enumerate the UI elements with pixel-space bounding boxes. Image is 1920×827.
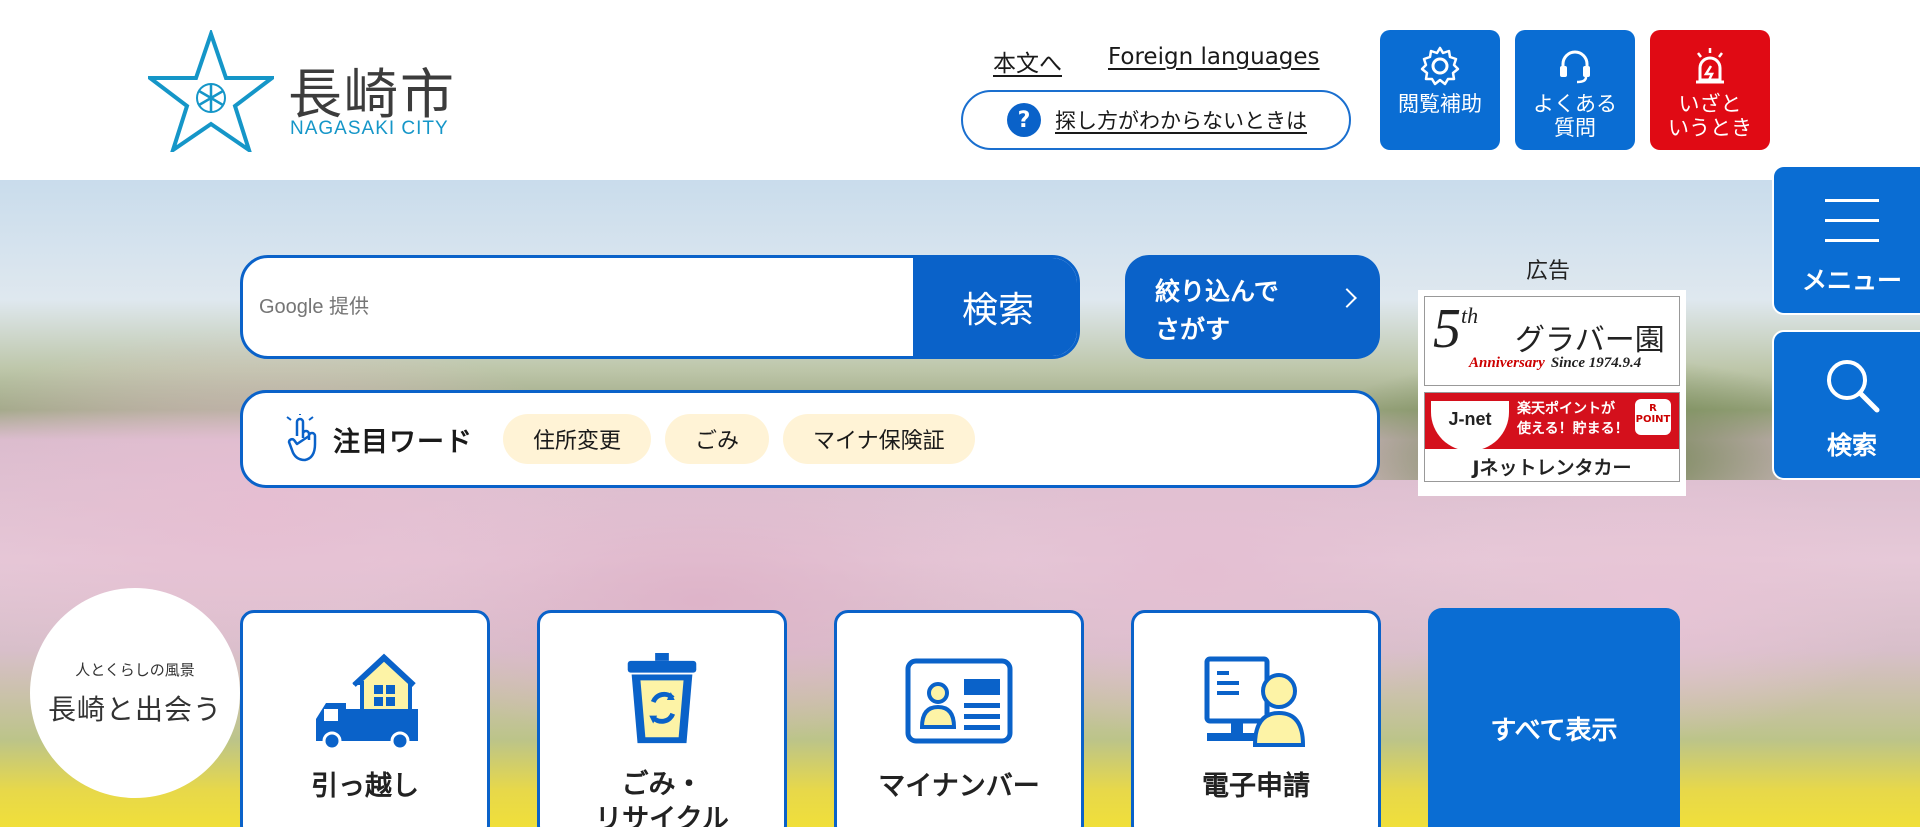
search-icon xyxy=(1827,360,1880,413)
ad-glover-since: Since 1974.9.4 xyxy=(1550,355,1642,371)
show-all-categories-button[interactable]: すべて表示 xyxy=(1428,608,1680,827)
gear-icon xyxy=(1420,46,1460,86)
side-search-button[interactable]: 検索 xyxy=(1772,330,1920,480)
ad-jnet-point: R POINT xyxy=(1635,399,1671,435)
featured-keywords-title: 注目ワード xyxy=(333,426,473,458)
ad-jnet-promo: 楽天ポイントが 使える！貯まる！ xyxy=(1517,401,1629,437)
emergency-label: いざと いうとき xyxy=(1668,92,1752,140)
ad-jnet-name: Jネットレンタカー xyxy=(1425,449,1679,481)
star-logo-icon xyxy=(148,30,274,152)
siren-icon xyxy=(1696,48,1724,84)
side-menu-button[interactable]: メニュー xyxy=(1772,165,1920,315)
site-logo[interactable]: 長崎市 NAGASAKI CITY xyxy=(148,30,478,155)
category-label: 電子申請 xyxy=(1202,771,1310,802)
category-my-number[interactable]: マイナンバー xyxy=(834,610,1084,827)
keyword-chip[interactable]: ごみ xyxy=(665,414,770,464)
site-header: 長崎市 NAGASAKI CITY 本文へ Foreign languages … xyxy=(0,0,1920,180)
id-card-icon xyxy=(905,658,1013,744)
accessibility-button[interactable]: 閲覧補助 xyxy=(1380,30,1500,150)
logo-english: NAGASAKI CITY xyxy=(290,118,449,139)
filter-search-label: 絞り込んで さがす xyxy=(1155,277,1279,344)
faq-label: よくある 質問 xyxy=(1533,92,1617,140)
filter-search-button[interactable]: 絞り込んで さがす xyxy=(1125,255,1380,359)
ad-area: 5 th グラバー園 Anniversary Since 1974.9.4 J-n… xyxy=(1418,290,1686,496)
skip-to-content-link[interactable]: 本文へ xyxy=(993,44,1062,78)
foreign-languages-link[interactable]: Foreign languages xyxy=(1108,44,1320,70)
category-label: ごみ・ リサイクル xyxy=(595,769,729,827)
search-input[interactable] xyxy=(243,258,913,356)
category-moving[interactable]: 引っ越し xyxy=(240,610,490,827)
ad-glover-anniv: Anniversary xyxy=(1469,355,1545,371)
site-search-form: 検索 xyxy=(240,255,1080,359)
ad-glover-th: th xyxy=(1461,303,1479,328)
search-help-button[interactable]: ? 探し方がわからないときは xyxy=(961,90,1351,150)
recycle-bin-icon xyxy=(627,653,697,744)
meet-nagasaki-subtitle: 人とくらしの風景 xyxy=(75,660,195,679)
moving-truck-icon xyxy=(316,653,418,749)
category-e-application[interactable]: 電子申請 xyxy=(1131,610,1381,827)
featured-keywords: 注目ワード 住所変更 ごみ マイナ保険証 xyxy=(240,390,1380,488)
category-label: マイナンバー xyxy=(878,771,1040,802)
search-help-label: 探し方がわからないときは xyxy=(1055,109,1307,133)
faq-button[interactable]: よくある 質問 xyxy=(1515,30,1635,150)
meet-nagasaki-title: 長崎と出会う xyxy=(47,692,222,726)
jnet-rentacar-ad[interactable]: J-net 楽天ポイントが 使える！貯まる！ R POINT Jネットレンタカー xyxy=(1424,392,1680,482)
emergency-button[interactable]: いざと いうとき xyxy=(1650,30,1770,150)
side-menu-label: メニュー xyxy=(1801,266,1902,295)
tap-hand-icon xyxy=(286,414,317,462)
glover-garden-ad[interactable]: 5 th グラバー園 Anniversary Since 1974.9.4 xyxy=(1424,296,1680,386)
headset-icon xyxy=(1560,50,1590,84)
side-search-label: 検索 xyxy=(1826,431,1877,460)
meet-nagasaki-banner[interactable]: 人とくらしの風景 長崎と出会う xyxy=(30,588,240,798)
keyword-chip[interactable]: マイナ保険証 xyxy=(783,414,975,464)
ad-glover-five: 5 xyxy=(1433,298,1461,360)
computer-user-icon xyxy=(1204,656,1306,747)
ad-label: 広告 xyxy=(1526,259,1571,284)
question-icon: ? xyxy=(1007,103,1041,137)
accessibility-label: 閲覧補助 xyxy=(1398,92,1482,116)
category-garbage-recycling[interactable]: ごみ・ リサイクル xyxy=(537,610,787,827)
category-label: 引っ越し xyxy=(311,771,419,802)
ad-glover-name: グラバー園 xyxy=(1515,323,1665,358)
keyword-chip[interactable]: 住所変更 xyxy=(503,414,652,464)
search-submit-button[interactable]: 検索 xyxy=(913,258,1077,356)
hamburger-menu-icon xyxy=(1825,199,1879,242)
